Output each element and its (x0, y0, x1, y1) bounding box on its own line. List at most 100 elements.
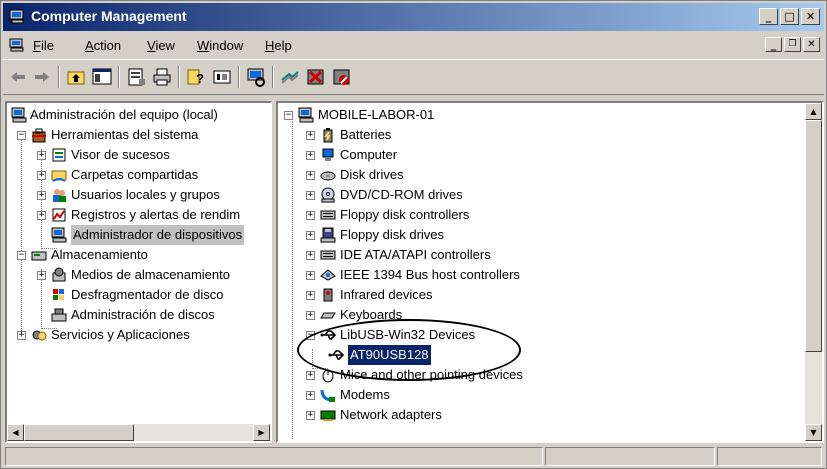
up-folder-icon[interactable] (65, 66, 87, 88)
usb-icon (328, 350, 344, 360)
expand-toggle[interactable]: + (306, 371, 315, 380)
scroll-up-button[interactable]: ▲ (805, 103, 822, 120)
collapse-toggle[interactable]: − (17, 251, 26, 260)
update-driver-icon[interactable] (279, 66, 301, 88)
console-tree-pane[interactable]: Administración del equipo (local) − Herr… (5, 101, 272, 443)
expand-toggle[interactable]: + (37, 151, 46, 160)
expand-toggle[interactable]: + (306, 271, 315, 280)
expand-toggle[interactable]: + (306, 251, 315, 260)
device-label: Computer (340, 147, 398, 162)
event-viewer-icon (52, 148, 66, 162)
battery-icon (323, 128, 333, 143)
modem-icon (320, 389, 335, 402)
status-bar (3, 447, 824, 467)
horizontal-scrollbar[interactable]: ◀ ▶ (7, 424, 270, 441)
device-label: Infrared devices (340, 287, 433, 302)
collapse-toggle[interactable]: − (306, 331, 315, 340)
mdi-close-button[interactable]: ✕ (803, 37, 820, 52)
expand-toggle[interactable]: + (37, 211, 46, 220)
menu-bar: File Action View Window Help _ ❐ ✕ (3, 35, 824, 57)
users-icon (53, 189, 66, 202)
expand-toggle[interactable]: + (17, 331, 26, 340)
print-icon[interactable] (151, 66, 173, 88)
view-icon[interactable] (211, 66, 233, 88)
device-label: Disk drives (340, 167, 404, 182)
window-title: Computer Management (31, 8, 187, 24)
properties-icon[interactable] (125, 66, 147, 88)
menu-view[interactable]: View (147, 38, 175, 53)
show-hide-tree-icon[interactable] (91, 66, 113, 88)
expand-toggle[interactable]: + (306, 391, 315, 400)
scroll-thumb[interactable] (24, 424, 134, 441)
menu-window[interactable]: Window (197, 38, 243, 53)
status-cell-main (5, 447, 543, 466)
collapse-toggle[interactable]: − (284, 111, 293, 120)
expand-toggle[interactable]: + (37, 271, 46, 280)
help-icon[interactable]: ? (185, 66, 207, 88)
device-root-label: MOBILE-LABOR-01 (318, 107, 435, 122)
tree-label: Administración de discos (71, 307, 215, 322)
maximize-button[interactable]: □ (780, 8, 799, 25)
scroll-left-button[interactable]: ◀ (7, 424, 24, 441)
expand-toggle[interactable]: + (306, 131, 315, 140)
controller-icon (320, 210, 336, 220)
removable-storage-icon (52, 267, 66, 282)
tree-label: Registros y alertas de rendim (71, 207, 241, 222)
mdi-restore-button[interactable]: ❐ (784, 37, 801, 52)
expand-toggle[interactable]: + (306, 311, 315, 320)
scroll-down-button[interactable]: ▼ (805, 424, 822, 441)
disk-management-icon (51, 308, 67, 322)
computer-management-window: Computer Management _ □ ✕ File Action View… (0, 0, 827, 469)
scan-hardware-icon[interactable] (245, 66, 267, 88)
forward-arrow-icon[interactable] (31, 66, 53, 88)
back-arrow-icon[interactable] (7, 66, 29, 88)
expand-toggle[interactable]: + (37, 191, 46, 200)
tree-label-selected: Administrador de dispositivos (71, 225, 245, 245)
system-menu-icon[interactable] (9, 38, 25, 52)
expand-toggle[interactable]: + (306, 151, 315, 160)
device-label-selected: AT90USB128 (347, 344, 432, 366)
expand-toggle[interactable]: + (306, 171, 315, 180)
device-label: Floppy disk drives (340, 227, 445, 242)
svg-text:?: ? (196, 71, 204, 86)
disable-device-icon[interactable] (331, 66, 353, 88)
scroll-right-button[interactable]: ▶ (253, 424, 270, 441)
expand-toggle[interactable]: + (306, 211, 315, 220)
computer-icon (322, 148, 334, 161)
status-cell-3 (717, 447, 822, 466)
device-label: Network adapters (340, 407, 442, 422)
minimize-button[interactable]: _ (759, 8, 778, 25)
device-label: IEEE 1394 Bus host controllers (340, 267, 520, 282)
tree-label: Visor de sucesos (71, 147, 170, 162)
expand-toggle[interactable]: + (306, 191, 315, 200)
device-label: IDE ATA/ATAPI controllers (340, 247, 491, 262)
computer-management-icon (11, 107, 27, 123)
expand-toggle[interactable]: + (306, 231, 315, 240)
expand-toggle[interactable]: + (306, 291, 315, 300)
services-icon (32, 330, 47, 341)
device-label: DVD/CD-ROM drives (340, 187, 463, 202)
cd-drive-icon (321, 187, 335, 203)
uninstall-icon[interactable] (305, 66, 327, 88)
device-label: Modems (340, 387, 390, 402)
storage-icon (31, 251, 47, 261)
expand-toggle[interactable]: + (37, 171, 46, 180)
menu-help[interactable]: Help (265, 38, 292, 53)
device-label: LibUSB-Win32 Devices (340, 327, 476, 342)
device-manager-icon (51, 227, 67, 243)
vertical-scrollbar[interactable]: ▲ ▼ (805, 103, 822, 441)
defrag-icon (53, 289, 64, 300)
expand-toggle[interactable]: + (306, 411, 315, 420)
tree-label: Almacenamiento (51, 247, 148, 262)
mdi-minimize-button[interactable]: _ (765, 37, 782, 52)
tree-root-label: Administración del equipo (local) (30, 107, 218, 122)
close-button[interactable]: ✕ (801, 8, 820, 25)
menu-action[interactable]: Action (85, 38, 121, 53)
device-tree-pane[interactable]: − MOBILE-LABOR-01 + Batteries + Computer… (276, 101, 824, 443)
toolbox-icon (32, 128, 46, 143)
tree-label: Usuarios locales y grupos (71, 187, 220, 202)
collapse-toggle[interactable]: − (17, 131, 26, 140)
menu-file[interactable]: File (33, 38, 54, 53)
title-bar[interactable]: Computer Management _ □ ✕ (3, 3, 824, 31)
scroll-thumb[interactable] (805, 120, 822, 352)
